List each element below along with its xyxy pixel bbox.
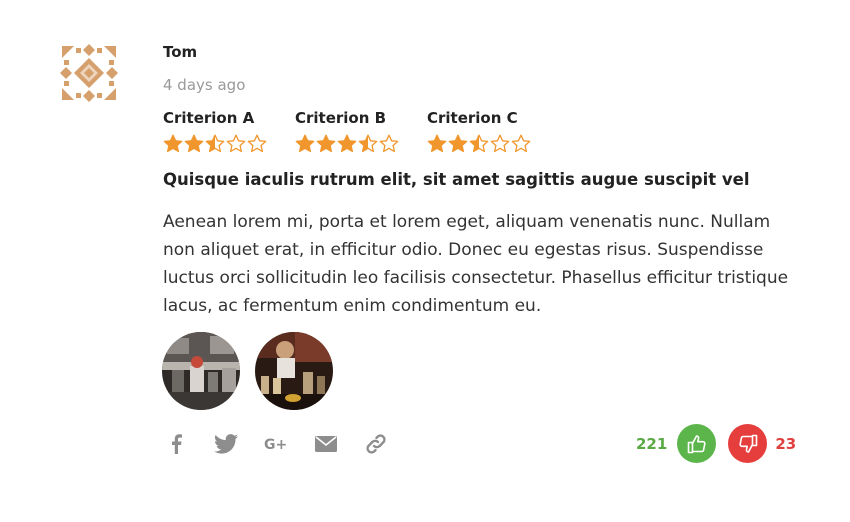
star-full-icon <box>427 134 447 153</box>
criteria-ratings: Criterion A Criterion B Criterion C <box>163 108 559 154</box>
star-half-icon <box>205 134 225 153</box>
star-rating <box>163 134 295 154</box>
star-full-icon <box>337 134 357 153</box>
star-empty-icon <box>379 134 399 153</box>
criterion-c: Criterion C <box>427 108 559 154</box>
thumbs-up-button[interactable] <box>677 424 717 463</box>
google-plus-icon[interactable]: G+ <box>264 432 288 456</box>
star-full-icon <box>295 134 315 153</box>
review-photo-bar[interactable] <box>255 332 333 410</box>
thumbs-down-icon <box>739 434 758 453</box>
star-empty-icon <box>247 134 267 153</box>
criterion-label: Criterion A <box>163 109 255 127</box>
bar-photo <box>255 332 333 410</box>
upvote-count: 221 <box>636 434 668 453</box>
star-full-icon <box>316 134 336 153</box>
avatar <box>60 44 118 102</box>
criterion-label: Criterion B <box>295 109 387 127</box>
criterion-label: Criterion C <box>427 109 518 127</box>
downvote-count: 23 <box>775 434 797 453</box>
star-full-icon <box>184 134 204 153</box>
review-date: 4 days ago <box>163 76 246 94</box>
thumbs-up-icon <box>687 434 706 453</box>
thumbs-down-button[interactable] <box>728 424 768 463</box>
criterion-b: Criterion B <box>295 108 427 154</box>
svg-text:G+: G+ <box>264 437 287 452</box>
star-full-icon <box>448 134 468 153</box>
review-body: Aenean lorem mi, porta et lorem eget, al… <box>163 212 789 316</box>
vote-controls: 221 23 <box>636 424 796 463</box>
email-icon[interactable] <box>314 432 338 456</box>
link-icon[interactable] <box>364 432 388 456</box>
review-photo-kitchen[interactable] <box>162 332 240 410</box>
star-empty-icon <box>490 134 510 153</box>
kitchen-photo <box>162 332 240 410</box>
criterion-a: Criterion A <box>163 108 295 154</box>
twitter-icon[interactable] <box>214 432 238 456</box>
star-half-icon <box>469 134 489 153</box>
star-half-icon <box>358 134 378 153</box>
author-name: Tom <box>163 43 198 61</box>
review-title: Quisque iaculis rutrum elit, sit amet sa… <box>163 170 750 189</box>
star-rating <box>427 134 559 154</box>
facebook-icon[interactable] <box>164 432 188 456</box>
star-empty-icon <box>511 134 531 153</box>
star-rating <box>295 134 427 154</box>
star-empty-icon <box>226 134 246 153</box>
share-bar: G+ <box>164 432 414 456</box>
star-full-icon <box>163 134 183 153</box>
